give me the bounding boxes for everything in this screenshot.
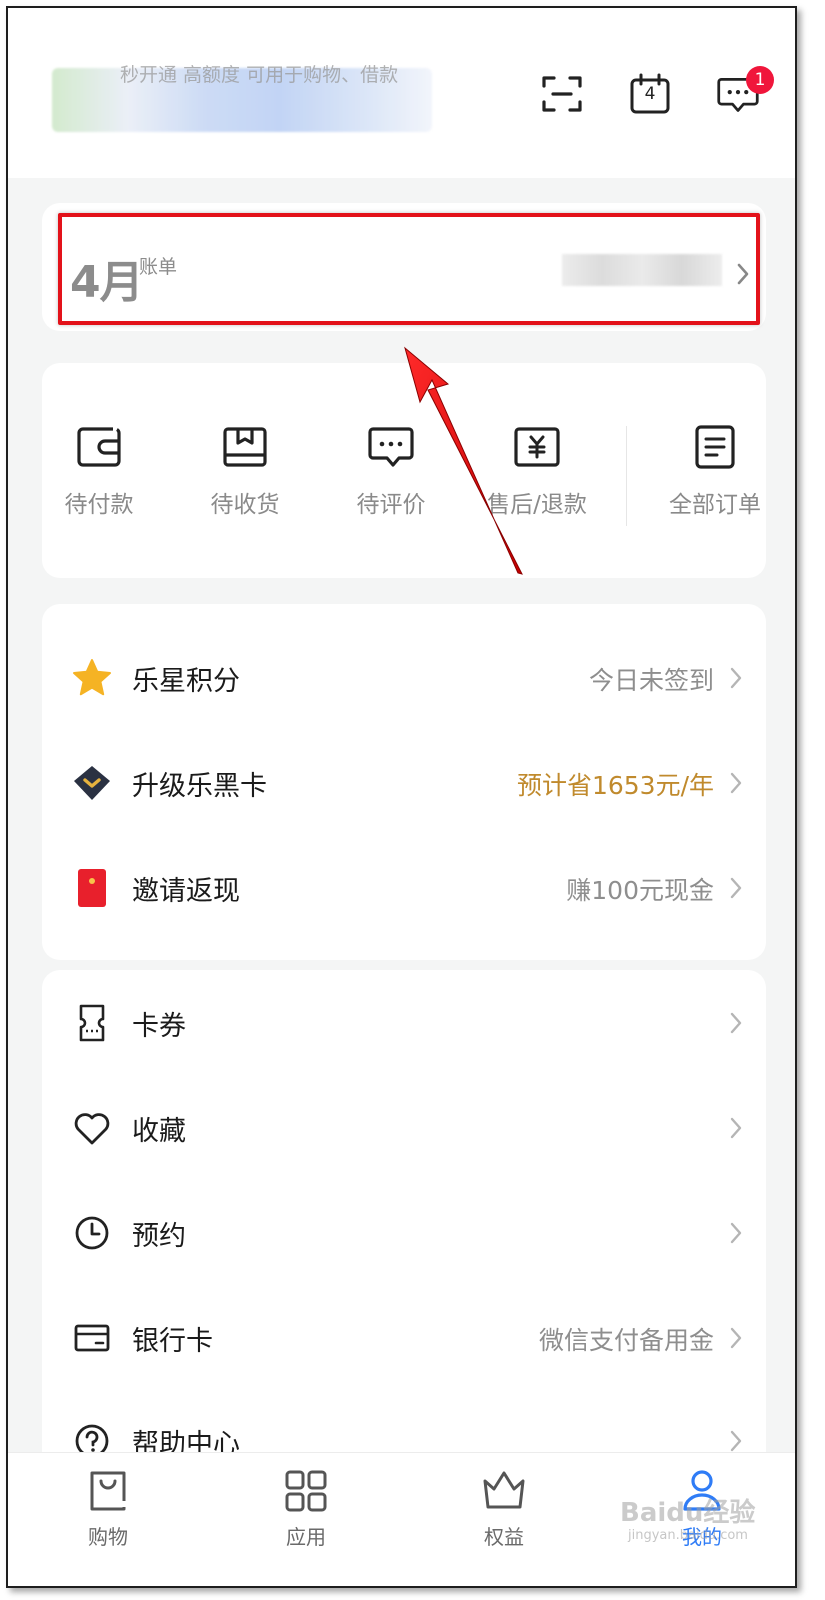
row-value: 今日未签到 [588, 666, 714, 695]
chevron-right-icon [730, 1012, 742, 1034]
clock-icon [75, 1216, 109, 1250]
row-title: 卡券 [132, 1011, 186, 1042]
chevron-right-icon [730, 877, 742, 899]
row-title: 收藏 [132, 1116, 186, 1147]
order-all[interactable]: 全部订单 [650, 423, 780, 519]
wallet-icon [77, 427, 121, 467]
chevron-right-icon [730, 1430, 742, 1452]
row-coupons[interactable]: 卡券 [42, 988, 766, 1058]
watermark-brand: Baidu经验 [620, 1498, 756, 1528]
bank-card-icon [74, 1324, 110, 1352]
row-black-card[interactable]: 升级乐黑卡 预计省1653元/年 [42, 748, 766, 818]
tab-label: 应用 [286, 1525, 326, 1549]
order-label: 待付款 [64, 492, 134, 518]
calendar-day: 4 [644, 84, 656, 104]
order-pending-review[interactable]: 待评价 [326, 423, 456, 519]
calendar-button[interactable]: 4 [628, 72, 672, 116]
bill-highlight-box [58, 213, 760, 325]
row-favorites[interactable]: 收藏 [42, 1093, 766, 1163]
user-subtitle: 秒开通 高额度 可用于购物、借款 [120, 64, 399, 86]
watermark-url: jingyan.baidu.com [628, 1528, 748, 1543]
row-invite[interactable]: 邀请返现 赚100元现金 [42, 853, 766, 923]
order-label: 待评价 [356, 492, 426, 518]
row-title: 乐星积分 [132, 666, 240, 697]
row-title: 银行卡 [132, 1326, 213, 1357]
row-bank-card[interactable]: 银行卡 微信支付备用金 [42, 1303, 766, 1373]
black-card-icon [74, 766, 110, 800]
order-pending-payment[interactable]: 待付款 [34, 423, 164, 519]
star-icon [73, 659, 111, 696]
tab-label: 购物 [88, 1525, 128, 1549]
comment-icon [368, 427, 414, 467]
refund-icon [514, 427, 560, 467]
scan-icon[interactable] [540, 72, 584, 116]
red-envelope-icon [78, 869, 106, 907]
chevron-right-icon [730, 1327, 742, 1349]
order-label: 全部订单 [669, 492, 761, 518]
row-reservations[interactable]: 预约 [42, 1198, 766, 1268]
row-title: 邀请返现 [132, 876, 240, 907]
order-label: 待收货 [210, 492, 280, 518]
row-title: 预约 [132, 1221, 186, 1252]
apps-grid-icon [285, 1470, 327, 1512]
tab-apps[interactable]: 应用 [246, 1467, 366, 1550]
chevron-right-icon [730, 667, 742, 689]
app-screen: 秒开通 高额度 可用于购物、借款 4 1 4月 账单 待付款 待收货 待评价 售… [6, 6, 797, 1588]
order-pending-receipt[interactable]: 待收货 [180, 423, 310, 519]
row-value: 预计省1653元/年 [516, 771, 714, 800]
profile-header: 秒开通 高额度 可用于购物、借款 4 1 [8, 8, 795, 178]
tab-label: 权益 [484, 1525, 524, 1549]
order-label: 售后/退款 [487, 492, 587, 518]
chevron-right-icon [730, 772, 742, 794]
shopping-bag-icon [90, 1471, 126, 1511]
row-value: 赚100元现金 [566, 876, 714, 905]
chevron-right-icon [730, 1222, 742, 1244]
row-title: 升级乐黑卡 [132, 771, 267, 802]
row-value: 微信支付备用金 [538, 1326, 714, 1355]
crown-icon [483, 1471, 525, 1509]
order-list-icon [695, 425, 735, 469]
divider [626, 426, 627, 526]
tab-shopping[interactable]: 购物 [48, 1467, 168, 1550]
tab-benefits[interactable]: 权益 [444, 1467, 564, 1550]
message-badge: 1 [746, 66, 774, 94]
row-points[interactable]: 乐星积分 今日未签到 [42, 643, 766, 713]
order-after-sales[interactable]: 售后/退款 [472, 423, 602, 519]
box-icon [223, 427, 267, 467]
coupon-icon [79, 1004, 105, 1042]
heart-icon [74, 1113, 110, 1145]
chevron-right-icon [730, 1117, 742, 1139]
